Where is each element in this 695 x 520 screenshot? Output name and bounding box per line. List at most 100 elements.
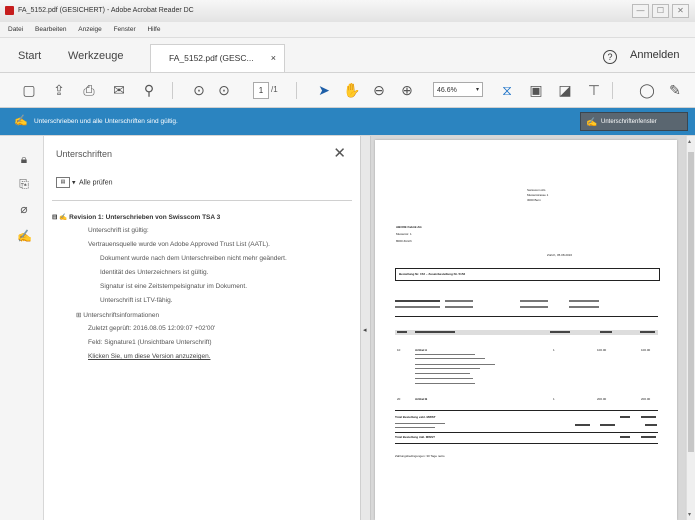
signin-link[interactable]: Anmelden — [630, 49, 680, 61]
tab-document-label: FA_5152.pdf (GESC... — [169, 53, 254, 63]
doc-rule — [395, 316, 658, 317]
page-copy-icon[interactable]: ⎘ — [17, 177, 31, 191]
menu-bearbeiten[interactable]: Bearbeiten — [35, 26, 66, 33]
scan-icon[interactable]: ▣ — [527, 81, 545, 99]
close-window-button[interactable]: ✕ — [672, 4, 689, 18]
doc-recipient-2: Musterstr. 1 — [396, 232, 412, 236]
doc-line — [415, 358, 485, 359]
doc-rule — [395, 443, 658, 444]
scroll-down-icon[interactable]: ▾ — [688, 511, 691, 518]
tree-item: Feld: Signature1 (Unsichtbare Unterschri… — [88, 339, 212, 346]
doc-line — [641, 436, 656, 438]
doc-line — [395, 306, 440, 308]
tree-item: Signatur ist eine Zeitstempelsignatur im… — [100, 283, 248, 290]
tree-item: Zuletzt geprüft: 2016.08.05 12:09:07 +02… — [88, 325, 216, 332]
stamp-icon[interactable]: ⊤ — [585, 81, 603, 99]
doc-line — [575, 424, 590, 426]
tab-tools[interactable]: Werkzeuge — [68, 44, 123, 68]
signature-icon[interactable]: ✍ — [17, 229, 32, 243]
verify-icon: ▤ — [56, 177, 70, 188]
verify-all-button[interactable]: ▤ ▾ Alle prüfen — [56, 177, 113, 188]
doc-rule — [395, 410, 658, 411]
acrobat-icon — [5, 6, 14, 15]
doc-header: Bestellung Nr. 152 – Zusatzbestellung Nr… — [399, 272, 466, 276]
chevron-down-icon: ▾ — [475, 87, 479, 93]
close-icon[interactable]: ✕ — [333, 144, 346, 162]
menu-hilfe[interactable]: Hilfe — [147, 26, 160, 33]
tree-item: Vertrauensquelle wurde von Adobe Approve… — [88, 241, 270, 248]
page-down-icon[interactable]: ⊙ — [215, 81, 233, 99]
panel-splitter[interactable]: ◂ — [361, 136, 371, 520]
vertical-scrollbar[interactable]: ▴ ▾ — [686, 136, 695, 520]
tree-revision[interactable]: ⊟ ✍ Revision 1: Unterschrieben von Swiss… — [52, 213, 220, 221]
doc-rule — [395, 432, 658, 433]
doc-item-desc: Artikel B — [415, 397, 428, 401]
tree-item: Unterschrift ist LTV-fähig. — [100, 297, 173, 304]
help-icon[interactable]: ? — [603, 50, 617, 64]
tree-signature-info[interactable]: ⊞ Unterschriftsinformationen — [76, 311, 159, 319]
signature-panel-button[interactable]: ✍ Unterschriftenfenster — [580, 112, 688, 131]
doc-line — [415, 331, 455, 333]
comment-icon[interactable]: ◯ — [638, 81, 656, 99]
tab-start[interactable]: Start — [18, 44, 41, 68]
menu-datei[interactable]: Datei — [8, 26, 23, 33]
collapse-arrow-icon[interactable]: ◂ — [363, 326, 367, 334]
fit-icon[interactable]: ⧖ — [498, 81, 516, 99]
search-icon[interactable]: ⚲ — [140, 81, 158, 99]
zoom-select[interactable]: 46.6% ▾ — [433, 82, 483, 97]
doc-line — [520, 300, 548, 302]
doc-line — [395, 423, 445, 424]
doc-line — [620, 416, 630, 418]
doc-line — [415, 364, 495, 365]
print-icon[interactable]: ⎙ — [80, 81, 98, 99]
doc-item-price: 100.00 — [597, 348, 607, 352]
bookmark-icon[interactable]: ▢ — [20, 81, 38, 99]
signature-valid-icon: ✍ — [14, 115, 28, 127]
menu-anzeige[interactable]: Anzeige — [78, 26, 102, 33]
doc-line — [569, 300, 599, 302]
cursor-icon[interactable]: ➤ — [315, 81, 333, 99]
scroll-up-icon[interactable]: ▴ — [688, 138, 691, 145]
doc-header-box: Bestellung Nr. 152 – Zusatzbestellung Nr… — [395, 268, 660, 281]
doc-sender-3: 3000 Bern — [527, 198, 541, 202]
zoom-in-icon[interactable]: ⊕ — [398, 81, 416, 99]
doc-item-qty: 1 — [553, 348, 555, 352]
signature-status-message: Unterschrieben und alle Unterschriften s… — [34, 118, 178, 125]
doc-item-pos: 20 — [397, 397, 401, 401]
signature-status-bar: ✍ Unterschrieben und alle Unterschriften… — [0, 108, 695, 135]
document-area[interactable]: Swisscom AG Musterstrasse 1 3000 Bern AB… — [371, 136, 685, 520]
panel-title: Unterschriften — [56, 149, 113, 159]
tab-document[interactable]: FA_5152.pdf (GESC... × — [150, 44, 285, 72]
signature-pen-icon: ✍ — [586, 117, 598, 127]
menu-fenster[interactable]: Fenster — [114, 26, 136, 33]
hand-icon[interactable]: ✋ — [343, 81, 361, 99]
mail-icon[interactable]: ✉ — [110, 81, 128, 99]
lock-icon[interactable]: 🔒︎ — [17, 152, 31, 166]
minimize-button[interactable]: — — [632, 4, 649, 18]
pen-icon[interactable]: ✎ — [666, 81, 684, 99]
page-up-icon[interactable]: ⊙ — [190, 81, 208, 99]
doc-date: Zürich, 05.08.2016 — [547, 253, 573, 257]
doc-line — [415, 368, 480, 369]
doc-line — [445, 306, 473, 308]
page-number-input[interactable]: 1 — [253, 82, 269, 99]
attachment-icon[interactable]: ⌀ — [17, 202, 31, 216]
doc-sender-1: Swisscom AG — [527, 188, 546, 192]
export-icon[interactable]: ◪ — [556, 81, 574, 99]
view-version-link[interactable]: Klicken Sie, um diese Version anzuzeigen… — [88, 353, 211, 360]
tab-bar: Start Werkzeuge FA_5152.pdf (GESC... × ?… — [0, 38, 695, 73]
doc-sender-2: Musterstrasse 1 — [527, 193, 549, 197]
doc-line — [415, 378, 473, 379]
upload-icon[interactable]: ⇪ — [50, 81, 68, 99]
toolbar-separator — [172, 82, 173, 99]
zoom-out-icon[interactable]: ⊖ — [370, 81, 388, 99]
tab-close-icon[interactable]: × — [271, 45, 276, 71]
doc-recipient-3: 8000 Zürich — [396, 239, 412, 243]
doc-item-qty: 1 — [553, 397, 555, 401]
scrollbar-thumb[interactable] — [688, 152, 694, 452]
tree-item: Unterschrift ist gültig: — [88, 227, 149, 234]
maximize-button[interactable]: ☐ — [652, 4, 669, 18]
doc-line — [640, 331, 655, 333]
toolbar-separator — [612, 82, 613, 99]
doc-line — [415, 383, 475, 384]
